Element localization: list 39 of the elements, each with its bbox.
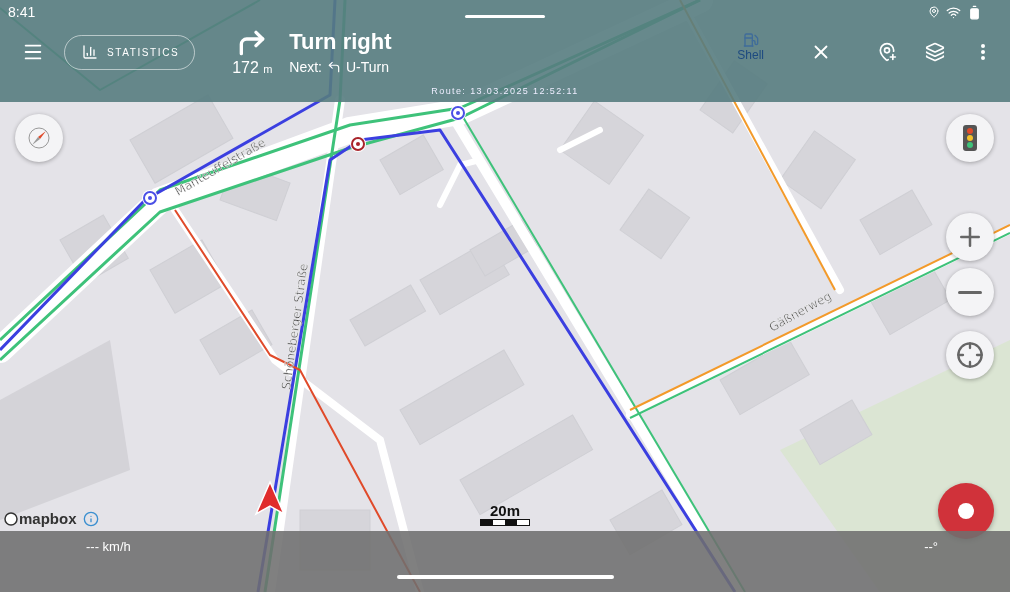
scale-bar xyxy=(480,519,530,526)
waypoint-marker xyxy=(450,105,466,121)
traffic-button[interactable] xyxy=(946,114,994,162)
record-dot-icon xyxy=(958,503,974,519)
route-label: Route: 13.03.2025 12:52:11 xyxy=(431,86,579,96)
zoom-out-button[interactable] xyxy=(946,268,994,316)
layers-icon xyxy=(925,42,945,62)
minus-icon xyxy=(958,290,982,294)
turn-instruction: Turn right xyxy=(289,29,392,55)
battery-icon xyxy=(967,4,982,20)
waypoint-marker xyxy=(142,190,158,206)
locate-button[interactable] xyxy=(946,331,994,379)
wifi-icon xyxy=(946,4,961,20)
destination-marker xyxy=(350,136,366,152)
speed-readout: --- km/h xyxy=(86,538,131,554)
status-time: 8:41 xyxy=(8,4,36,20)
u-turn-icon xyxy=(327,60,341,74)
compass-icon xyxy=(27,126,51,150)
traffic-light-icon xyxy=(963,125,977,151)
more-icon xyxy=(981,44,985,60)
next-instruction: U-Turn xyxy=(346,59,390,75)
poi-label: Shell xyxy=(737,48,764,62)
info-icon[interactable] xyxy=(82,510,99,527)
drag-handle[interactable] xyxy=(465,15,545,18)
navigation-handle[interactable] xyxy=(396,574,614,579)
turn-distance: 172 m xyxy=(232,59,273,77)
mapbox-logo: mapbox xyxy=(4,510,77,527)
zoom-in-button[interactable] xyxy=(946,213,994,261)
bar-chart-icon xyxy=(82,44,98,60)
heading-readout: --° xyxy=(924,538,938,554)
navigation-arrow-icon xyxy=(254,480,286,516)
next-label: Next: xyxy=(289,59,322,75)
location-icon xyxy=(928,6,940,18)
pin-plus-icon xyxy=(877,42,897,62)
scale-label: 20m xyxy=(490,502,520,519)
compass-button[interactable] xyxy=(15,114,63,162)
fuel-station-icon xyxy=(742,32,759,48)
crosshair-icon xyxy=(956,341,984,369)
mapbox-mark-icon xyxy=(4,511,18,526)
